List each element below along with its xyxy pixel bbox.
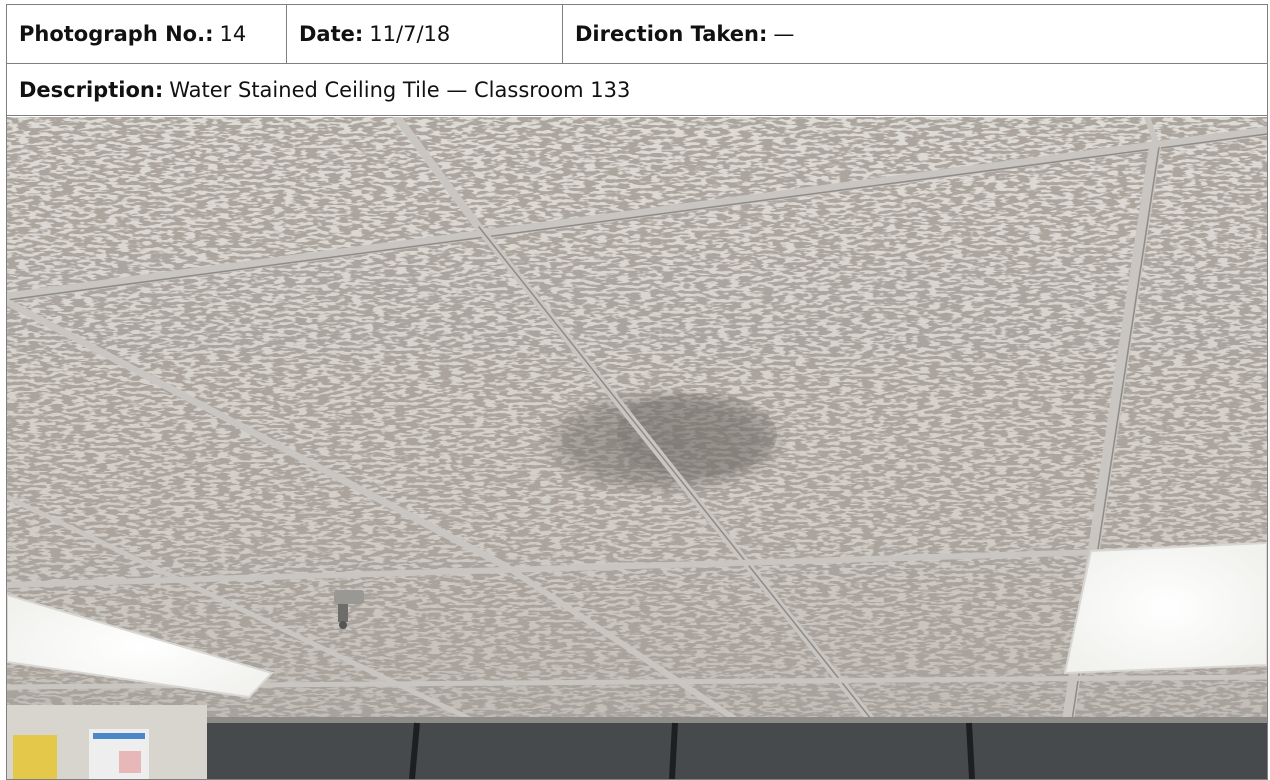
light-fixture-right [1063,541,1267,675]
date-label: Date: [299,22,364,46]
direction-value: — [773,22,795,46]
photograph-number-cell: Photograph No.: 14 [7,5,287,63]
direction-cell: Direction Taken: — [563,5,1267,63]
photo-info-row: Photograph No.: 14 Date: 11/7/18 Directi… [7,5,1267,64]
direction-label: Direction Taken: [575,22,768,46]
description-value: Water Stained Ceiling Tile — Classroom 1… [169,77,631,102]
ceiling-photograph [7,117,1267,779]
date-cell: Date: 11/7/18 [287,5,563,63]
description-label: Description: [19,77,164,102]
photo-log-sheet: Photograph No.: 14 Date: 11/7/18 Directi… [6,4,1268,780]
description-row: Description: Water Stained Ceiling Tile … [7,64,1267,116]
ceiling-photo-svg [7,117,1267,779]
photograph-number-value: 14 [219,22,247,46]
photograph-number-label: Photograph No.: [19,22,214,46]
date-value: 11/7/18 [369,22,451,46]
